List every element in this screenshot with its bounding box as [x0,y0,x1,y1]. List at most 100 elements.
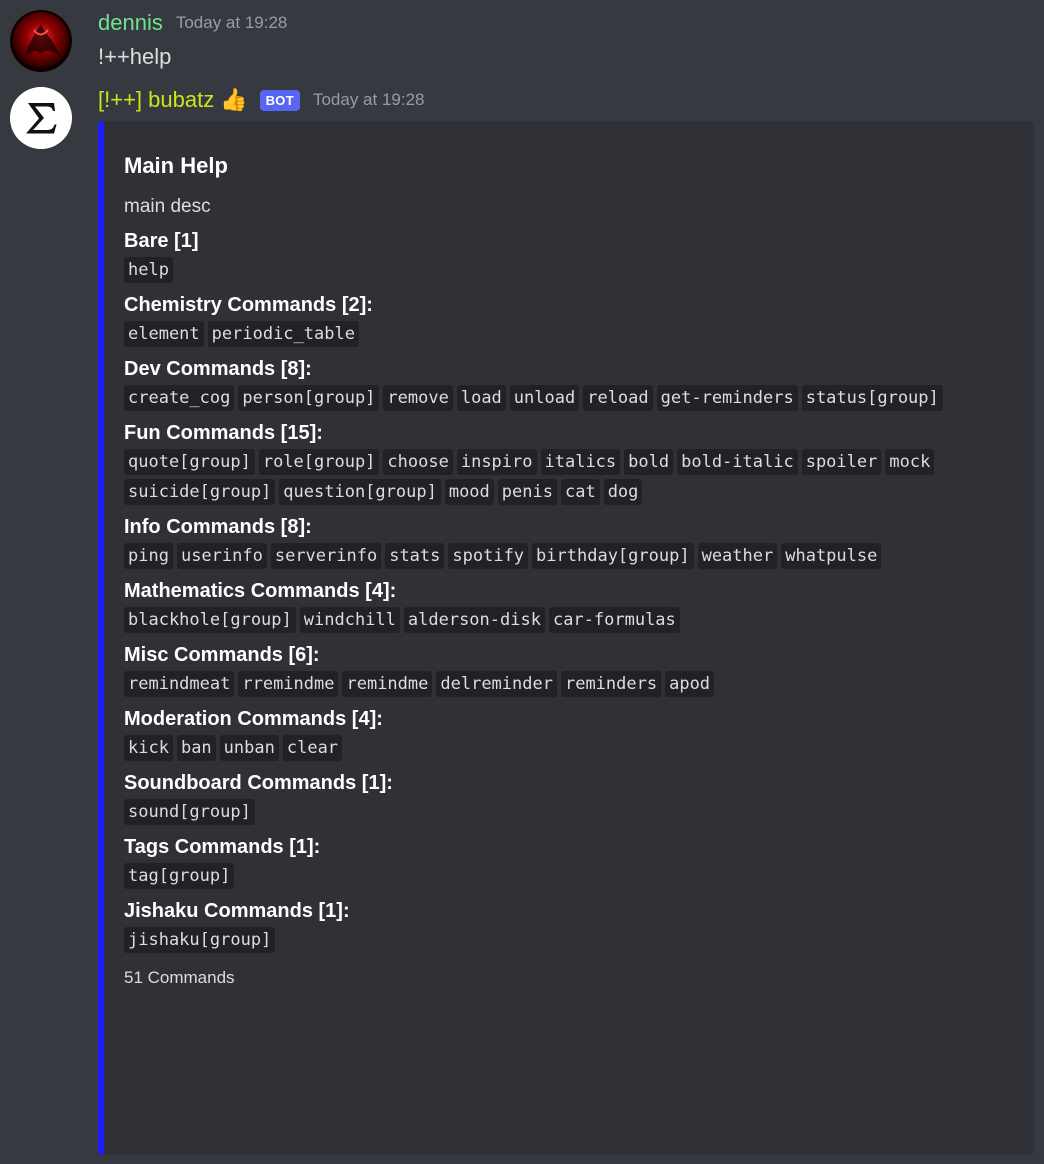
command-code: spotify [448,543,529,569]
field-value: remindmeat rremindme remindme delreminder re… [124,671,954,697]
command-code: clear [282,735,343,761]
embed-field: Jishaku Commands [1]: jishaku[group] [124,897,1014,953]
command-code: ping [124,543,173,569]
embed-field: Bare [1] help [124,227,1014,283]
avatar-bot[interactable] [10,87,72,149]
field-name: Mathematics Commands [4]: [124,580,397,602]
field-name: Moderation Commands [4]: [124,708,383,730]
embed-field: Tags Commands [1]: tag[group] [124,833,1014,889]
field-value: create_cog person[group] remove load unload r… [124,385,954,411]
embed-field: Soundboard Commands [1]: sound[group] [124,769,1014,825]
embed-footer: 51 Commands [124,968,235,987]
field-name: Chemistry Commands [2]: [124,294,373,316]
command-code: status[group] [801,385,943,411]
field-name: Tags Commands [1]: [124,836,321,858]
command-code: ban [176,735,216,761]
message-header: [!++] bubatz 👍 BOT Today at 19:28 [98,87,424,113]
bot-badge: BOT [259,89,300,111]
message-content: !++help [98,44,172,69]
field-name: Soundboard Commands [1]: [124,772,393,794]
command-code: get-reminders [656,385,798,411]
command-code: role[group] [258,449,380,475]
field-name: Jishaku Commands [1]: [124,900,350,922]
command-code: userinfo [176,543,267,569]
embed-field: Mathematics Commands [4]: blackhole[group… [124,577,1014,633]
embed-title: Main Help [124,153,228,178]
command-code: create_cog [124,385,235,411]
field-value: kick ban unban clear [124,735,954,761]
message-dennis: dennis Today at 19:28 !++help [0,0,1044,80]
embed-field: Moderation Commands [4]: kick ban unban clea… [124,705,1014,761]
command-code: remove [383,385,453,411]
command-code: unban [219,735,279,761]
command-code: question[group] [279,479,441,505]
embed-description: main desc [124,196,211,217]
command-code: weather [697,543,778,569]
field-name: Fun Commands [15]: [124,422,323,444]
command-code: sound[group] [124,799,255,825]
command-code: kick [124,735,173,761]
field-value: ping userinfo serverinfo stats spotify birthd… [124,543,954,569]
embed-field: Dev Commands [8]: create_cog person[group]… [124,355,1014,411]
embed-fields: Bare [1] help Chemistry Commands [2]: eleme… [124,227,1014,953]
command-code: blackhole[group] [124,607,296,633]
command-code: remindmeat [124,671,235,697]
command-code: dog [603,479,643,505]
timestamp: Today at 19:28 [175,13,288,32]
command-code: stats [385,543,445,569]
command-code: italics [540,449,621,475]
command-code: mood [444,479,494,505]
field-name: Bare [1] [124,230,199,252]
command-code: windchill [299,607,400,633]
field-value: blackhole[group] windchill alderson-disk ca… [124,607,954,633]
field-value: help [124,257,954,283]
field-value: sound[group] [124,799,954,825]
embed-field: Fun Commands [15]: quote[group] role[group… [124,419,1014,505]
command-code: help [124,257,173,283]
command-code: serverinfo [270,543,382,569]
command-code: car-formulas [548,607,680,633]
command-code: element [124,321,204,347]
message-header: dennis Today at 19:28 [98,10,287,36]
field-value: tag[group] [124,863,954,889]
command-code: delreminder [436,671,557,697]
command-code: load [456,385,506,411]
command-code: penis [497,479,557,505]
username-dennis[interactable]: dennis [98,10,163,36]
command-code: quote[group] [124,449,255,475]
command-code: cat [560,479,600,505]
embed-field: Info Commands [8]: ping userinfo serverinfo… [124,513,1014,569]
command-code: periodic_table [207,321,359,347]
command-code: reload [583,385,653,411]
command-code: alderson-disk [403,607,545,633]
command-code: bold-italic [677,449,798,475]
command-code: choose [383,449,453,475]
command-code: reminders [560,671,662,697]
command-code: bold [624,449,674,475]
field-name: Info Commands [8]: [124,516,312,538]
field-value: element periodic_table [124,321,954,347]
command-code: rremindme [238,671,339,697]
embed-field: Misc Commands [6]: remindmeat rremindme rem… [124,641,1014,697]
sigma-icon [10,87,72,149]
timestamp: Today at 19:28 [312,90,425,109]
field-name: Misc Commands [6]: [124,644,320,666]
embed-field: Chemistry Commands [2]: element periodic_t… [124,291,1014,347]
field-name: Dev Commands [8]: [124,358,312,380]
command-code: mock [885,449,935,475]
command-code: jishaku[group] [124,927,276,953]
command-code: spoiler [801,449,882,475]
field-value: jishaku[group] [124,927,954,953]
command-code: suicide[group] [124,479,276,505]
username-bot[interactable]: [!++] bubatz [98,87,214,113]
field-value: quote[group] role[group] choose inspiro ital… [124,449,954,505]
embed-body: Main Help main desc Bare [1] help Chemistr… [124,151,1014,989]
command-code: whatpulse [781,543,882,569]
embed-accent-bar [98,121,104,1155]
avatar-dennis[interactable] [10,10,72,72]
command-code: remindme [342,671,433,697]
command-code: birthday[group] [532,543,694,569]
command-code: person[group] [238,385,380,411]
command-code: inspiro [456,449,537,475]
command-code: apod [665,671,715,697]
